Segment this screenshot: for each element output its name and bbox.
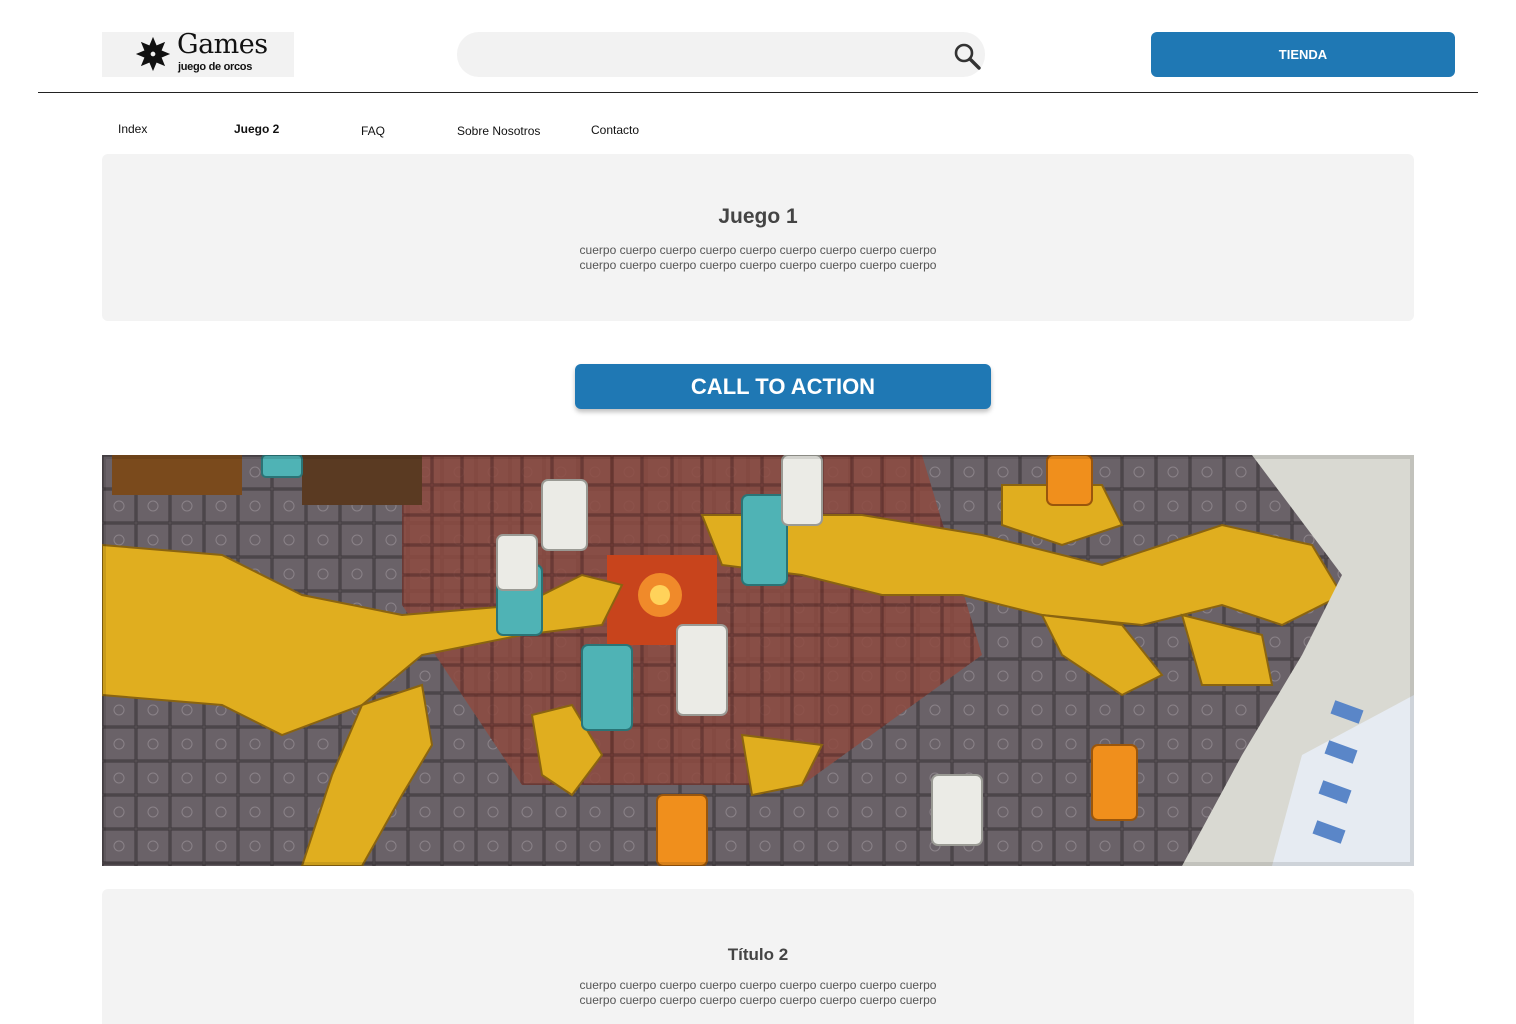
nav-item-faq[interactable]: FAQ: [361, 124, 385, 138]
logo[interactable]: Games juego de orcos: [102, 29, 294, 77]
store-button[interactable]: TIENDA: [1151, 32, 1455, 77]
section-card-1: Juego 1 cuerpo cuerpo cuerpo cuerpo cuer…: [102, 154, 1414, 321]
logo-title: Games: [177, 29, 268, 60]
search-bar: [457, 32, 985, 77]
board-game-illustration: [102, 455, 1414, 866]
section-body-line: cuerpo cuerpo cuerpo cuerpo cuerpo cuerp…: [579, 258, 937, 272]
hero-board-game-image: [102, 455, 1414, 866]
call-to-action-button[interactable]: CALL TO ACTION: [575, 364, 991, 409]
flower-logo-icon: [135, 36, 171, 72]
section-title: Título 2: [727, 945, 789, 964]
nav-item-index[interactable]: Index: [118, 122, 147, 136]
section-title: Juego 1: [718, 205, 798, 228]
search-icon[interactable]: [952, 41, 982, 71]
section-body: cuerpo cuerpo cuerpo cuerpo cuerpo cuerp…: [102, 243, 1414, 273]
nav-item-contacto[interactable]: Contacto: [591, 123, 639, 137]
section-body: cuerpo cuerpo cuerpo cuerpo cuerpo cuerp…: [102, 978, 1414, 1008]
section-card-2: Título 2 cuerpo cuerpo cuerpo cuerpo cue…: [102, 889, 1414, 1024]
nav-item-sobre-nosotros[interactable]: Sobre Nosotros: [457, 124, 540, 138]
search-input[interactable]: [475, 32, 935, 77]
section-body-line: cuerpo cuerpo cuerpo cuerpo cuerpo cuerp…: [579, 243, 937, 257]
nav-item-juego-2[interactable]: Juego 2: [234, 122, 279, 136]
logo-subtitle: juego de orcos: [178, 61, 253, 73]
section-body-line: cuerpo cuerpo cuerpo cuerpo cuerpo cuerp…: [579, 978, 937, 992]
section-body-line: cuerpo cuerpo cuerpo cuerpo cuerpo cuerp…: [579, 993, 937, 1007]
header-divider: [38, 92, 1478, 93]
